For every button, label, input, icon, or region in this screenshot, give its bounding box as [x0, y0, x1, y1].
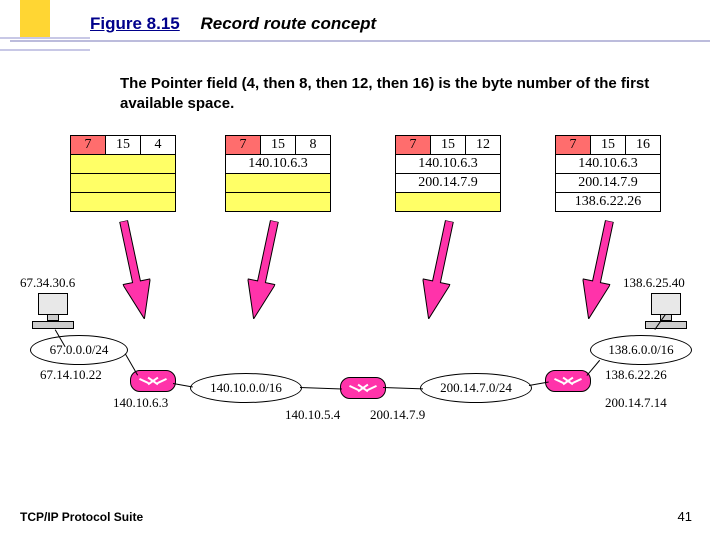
link: [300, 387, 342, 390]
arrow-2: [240, 218, 288, 322]
iface-r2-right: 200.14.7.9: [370, 407, 425, 423]
iface-r1-left: 67.14.10.22: [40, 367, 102, 383]
figure-title: Record route concept: [201, 14, 377, 33]
host-right-icon: [643, 293, 689, 327]
cloud-4: 138.6.0.0/16: [590, 335, 692, 365]
cloud-1: 67.0.0.0/24: [30, 335, 128, 365]
iface-r1-right: 140.10.6.3: [113, 395, 168, 411]
arrow-4: [575, 218, 623, 322]
figure-label: Figure 8.15: [90, 14, 180, 33]
iface-r3-right: 138.6.22.26: [605, 367, 667, 383]
cloud-3: 200.14.7.0/24: [420, 373, 532, 403]
router-3-icon: [545, 370, 591, 392]
arrow-3: [415, 218, 463, 322]
host-left-icon: [30, 293, 76, 327]
host-right-ip: 138.6.25.40: [623, 275, 685, 291]
title-rule: [10, 40, 710, 42]
host-left-ip: 67.34.30.6: [20, 275, 75, 291]
rr-table-2: 7158 140.10.6.3: [225, 135, 331, 212]
link: [586, 360, 600, 376]
footer-left: TCP/IP Protocol Suite: [20, 510, 143, 524]
link: [173, 383, 193, 388]
iface-r2-left: 140.10.5.4: [285, 407, 340, 423]
arrow-1: [110, 218, 158, 322]
diagram: 7154 7158 140.10.6.3 71512 140.10.6.3 20…: [25, 135, 695, 455]
router-2-icon: [340, 377, 386, 399]
caption: The Pointer field (4, then 8, then 12, t…: [120, 74, 660, 115]
rr-table-4: 71516 140.10.6.3 200.14.7.9 138.6.22.26: [555, 135, 661, 212]
title-row: Figure 8.15 Record route concept: [90, 14, 376, 34]
page-number: 41: [678, 509, 692, 524]
link: [383, 387, 423, 390]
rr-table-1: 7154: [70, 135, 176, 212]
cloud-2: 140.10.0.0/16: [190, 373, 302, 403]
iface-r3-left: 200.14.7.14: [605, 395, 667, 411]
rr-table-3: 71512 140.10.6.3 200.14.7.9: [395, 135, 501, 212]
link: [124, 353, 138, 375]
